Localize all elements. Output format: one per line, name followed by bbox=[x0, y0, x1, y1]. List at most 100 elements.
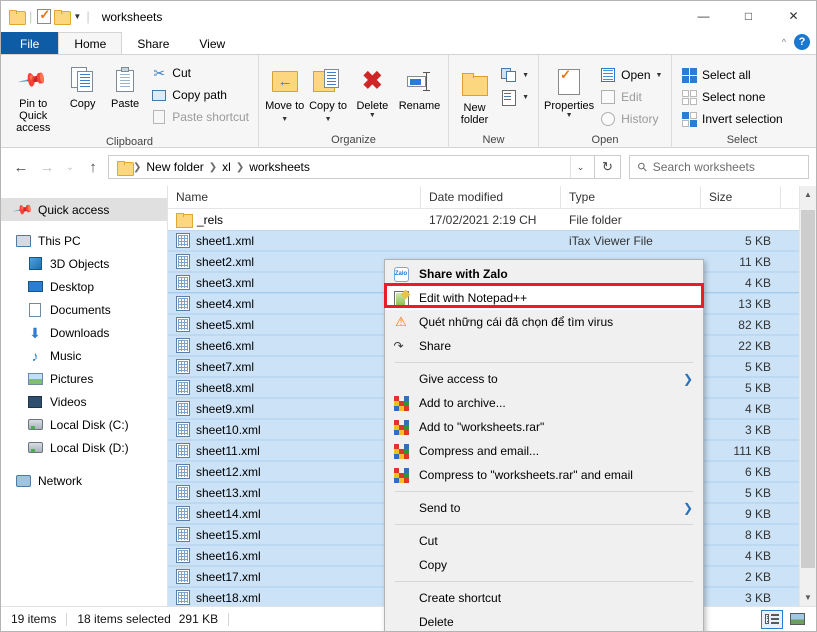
menu-item-compress-and-email[interactable]: Compress and email... bbox=[385, 439, 703, 463]
invert-selection-button[interactable]: Invert selection bbox=[677, 108, 787, 130]
menu-item-compress-to-worksheets-rar-and-email[interactable]: Compress to "worksheets.rar" and email bbox=[385, 463, 703, 487]
chevron-down-icon[interactable]: ▼ bbox=[566, 112, 573, 119]
chevron-down-icon[interactable]: ▼ bbox=[325, 116, 332, 123]
menu-item-scan-for-virus[interactable]: ⚠ Quét những cái đã chọn để tìm virus bbox=[385, 310, 703, 334]
history-icon bbox=[600, 111, 616, 127]
rename-button[interactable]: Rename bbox=[396, 61, 443, 112]
ribbon-group-clipboard: 📌 Pin to Quick access Copy Paste ✂ Cut C… bbox=[1, 55, 259, 148]
chevron-down-icon[interactable]: ▼ bbox=[281, 116, 288, 123]
copy-to-button[interactable]: Copy to ▼ bbox=[307, 61, 348, 126]
properties-button[interactable]: Properties ▼ bbox=[544, 61, 594, 120]
history-button[interactable]: History bbox=[596, 108, 666, 130]
select-all-button[interactable]: Select all bbox=[677, 64, 787, 86]
menu-item-share[interactable]: ↷ Share bbox=[385, 334, 703, 358]
new-folder-icon[interactable] bbox=[54, 10, 72, 25]
scrollbar-thumb[interactable] bbox=[801, 210, 815, 568]
pin-to-quick-access-button[interactable]: 📌 Pin to Quick access bbox=[6, 59, 60, 134]
properties-icon[interactable] bbox=[37, 7, 52, 24]
up-button[interactable]: ↑ bbox=[80, 154, 106, 180]
column-header-type[interactable]: Type bbox=[561, 186, 701, 209]
sidebar-item-local-disk-d[interactable]: Local Disk (D:) bbox=[1, 436, 167, 459]
paste-button[interactable]: Paste bbox=[105, 59, 145, 110]
recent-locations-button[interactable]: ⌄ bbox=[60, 154, 80, 180]
sidebar-item-3d-objects[interactable]: 3D Objects bbox=[1, 252, 167, 275]
sidebar-item-pictures[interactable]: Pictures bbox=[1, 367, 167, 390]
menu-item-edit-with-notepad-plus-plus[interactable]: Edit with Notepad++ bbox=[385, 286, 703, 310]
easy-access-button[interactable]: ▼ bbox=[497, 86, 533, 108]
sidebar-item-desktop[interactable]: Desktop bbox=[1, 275, 167, 298]
cut-button[interactable]: ✂ Cut bbox=[147, 62, 253, 84]
address-dropdown-button[interactable]: ⌄ bbox=[570, 156, 590, 178]
sidebar-item-local-disk-c[interactable]: Local Disk (C:) bbox=[1, 413, 167, 436]
chevron-down-icon[interactable]: ▼ bbox=[73, 12, 81, 21]
sidebar-item-music[interactable]: ♪ Music bbox=[1, 344, 167, 367]
breadcrumb-bar[interactable]: ❯ New folder ❯ xl ❯ worksheets ⌄ bbox=[108, 155, 595, 179]
open-button[interactable]: Open ▼ bbox=[596, 64, 666, 86]
menu-item-add-to-archive[interactable]: Add to archive... bbox=[385, 391, 703, 415]
large-icons-view-button[interactable] bbox=[786, 610, 808, 629]
column-header-date-modified[interactable]: Date modified bbox=[421, 186, 561, 209]
breadcrumb-item-1[interactable]: xl bbox=[218, 160, 235, 174]
chevron-down-icon[interactable]: ▼ bbox=[522, 72, 529, 79]
copy-path-button[interactable]: Copy path bbox=[147, 84, 253, 106]
menu-item-add-to-worksheets-rar[interactable]: Add to "worksheets.rar" bbox=[385, 415, 703, 439]
menu-item-create-shortcut[interactable]: Create shortcut bbox=[385, 586, 703, 610]
table-row[interactable]: sheet1.xml iTax Viewer File 5 KB bbox=[168, 230, 816, 251]
menu-separator bbox=[395, 581, 693, 582]
refresh-button[interactable]: ↻ bbox=[595, 155, 621, 179]
menu-item-give-access-to[interactable]: Give access to ❯ bbox=[385, 367, 703, 391]
sidebar-item-this-pc[interactable]: This PC bbox=[1, 229, 167, 252]
cell-size: 111 KB bbox=[733, 443, 771, 458]
tab-file[interactable]: File bbox=[1, 32, 59, 55]
select-none-button[interactable]: Select none bbox=[677, 86, 787, 108]
chevron-down-icon: ⌄ bbox=[576, 161, 585, 172]
edit-button[interactable]: Edit bbox=[596, 86, 666, 108]
menu-item-cut[interactable]: Cut bbox=[385, 529, 703, 553]
search-input[interactable]: Search worksheets bbox=[653, 160, 755, 174]
menu-item-copy[interactable]: Copy bbox=[385, 553, 703, 577]
collapse-ribbon-icon[interactable]: ^ bbox=[782, 37, 786, 47]
menu-item-share-with-zalo[interactable]: Zalo Share with Zalo bbox=[385, 262, 703, 286]
sidebar-item-videos[interactable]: Videos bbox=[1, 390, 167, 413]
tab-view[interactable]: View bbox=[184, 32, 240, 55]
move-to-button[interactable]: ← Move to ▼ bbox=[264, 61, 305, 126]
menu-item-delete[interactable]: Delete bbox=[385, 610, 703, 631]
cell-size: 3 KB bbox=[744, 422, 771, 437]
search-box[interactable]: ⚲ Search worksheets bbox=[629, 155, 809, 179]
scroll-up-icon[interactable]: ▲ bbox=[800, 186, 816, 203]
folder-icon[interactable] bbox=[9, 10, 26, 25]
help-icon[interactable]: ? bbox=[794, 34, 810, 50]
close-button[interactable]: ✕ bbox=[771, 1, 816, 30]
breadcrumb-item-2[interactable]: worksheets bbox=[245, 160, 314, 174]
vertical-scrollbar[interactable]: ▲ ▼ bbox=[799, 186, 816, 606]
chevron-down-icon[interactable]: ▼ bbox=[656, 72, 663, 79]
new-item-button[interactable]: ▼ bbox=[497, 64, 533, 86]
sidebar-item-quick-access[interactable]: 📌 Quick access bbox=[1, 198, 167, 221]
notepad-plus-plus-icon bbox=[393, 290, 409, 306]
sidebar-item-downloads[interactable]: ⬇ Downloads bbox=[1, 321, 167, 344]
paste-shortcut-button[interactable]: Paste shortcut bbox=[147, 106, 253, 128]
back-button[interactable]: ← bbox=[8, 154, 34, 180]
sidebar-item-network[interactable]: Network bbox=[1, 469, 167, 492]
maximize-button[interactable]: □ bbox=[726, 1, 771, 30]
scroll-down-icon[interactable]: ▼ bbox=[800, 589, 816, 606]
minimize-button[interactable]: — bbox=[681, 1, 726, 30]
delete-button[interactable]: ✖ Delete ▼ bbox=[351, 61, 394, 120]
tab-share[interactable]: Share bbox=[122, 32, 184, 55]
chevron-down-icon[interactable]: ▼ bbox=[369, 112, 376, 119]
breadcrumb-item-0[interactable]: New folder bbox=[142, 160, 207, 174]
chevron-down-icon[interactable]: ▼ bbox=[522, 94, 529, 101]
xml-file-icon bbox=[176, 338, 190, 353]
menu-item-send-to[interactable]: Send to ❯ bbox=[385, 496, 703, 520]
move-to-label: Move to ▼ bbox=[265, 100, 305, 123]
tab-home[interactable]: Home bbox=[58, 32, 123, 55]
cell-type: iTax Viewer File bbox=[569, 233, 653, 248]
new-folder-button[interactable]: New folder bbox=[454, 63, 495, 126]
details-view-button[interactable] bbox=[761, 609, 783, 629]
column-header-name[interactable]: Name ^ bbox=[168, 186, 421, 209]
sidebar-item-documents[interactable]: Documents bbox=[1, 298, 167, 321]
column-header-size[interactable]: Size bbox=[701, 186, 781, 209]
table-row[interactable]: _rels 17/02/2021 2:19 CH File folder bbox=[168, 209, 816, 230]
copy-button[interactable]: Copy bbox=[62, 59, 102, 110]
forward-button[interactable]: → bbox=[34, 154, 60, 180]
